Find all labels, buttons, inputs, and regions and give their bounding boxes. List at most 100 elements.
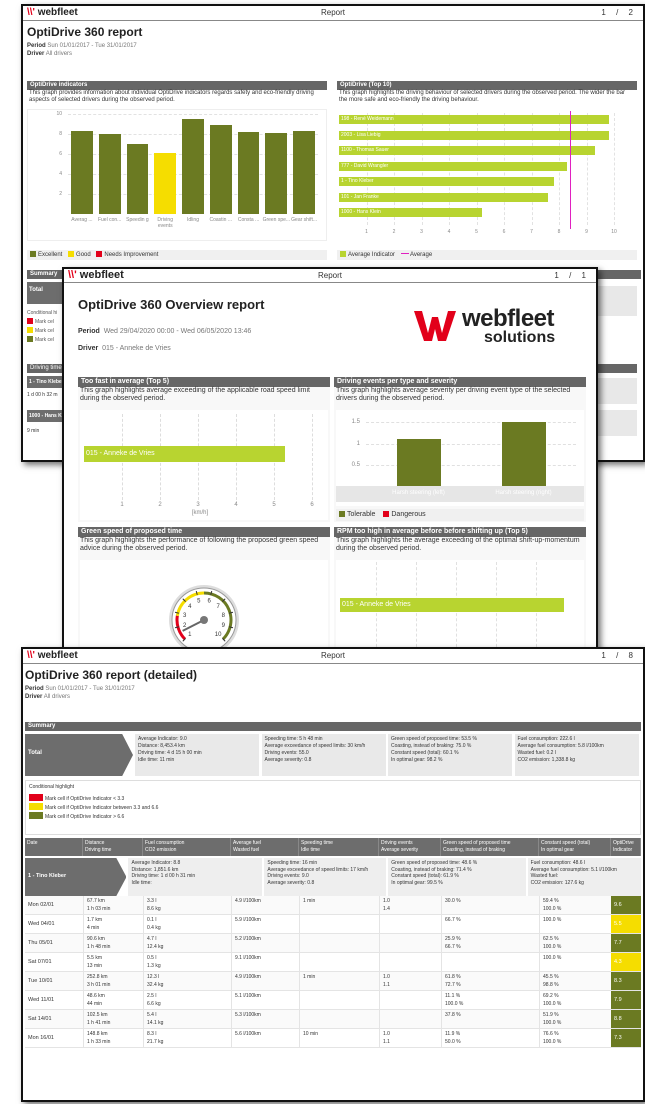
chart-bar	[396, 439, 441, 486]
cell-line-1: 4.9 l/100km	[235, 974, 261, 980]
cell-line-2: 32.4 kg	[147, 982, 164, 988]
table-cell	[299, 915, 379, 933]
table-cell: 11.1 % 100.0 %	[441, 991, 539, 1009]
chart-bar	[209, 125, 232, 214]
header-line-1: OptiDrive	[613, 840, 634, 846]
cell-line-1: 10 min	[303, 1031, 319, 1037]
table-cell: 69.2 % 100.0 %	[539, 991, 611, 1009]
chart-bar: 2003 - Lisa Liebig	[339, 130, 609, 140]
table-cell	[299, 934, 379, 952]
cell-line-1: 76.6 %	[543, 1031, 559, 1037]
chart-bar	[293, 131, 315, 214]
date-cell: Mon 16/01	[28, 1035, 54, 1041]
cell-line-1: 2.5 l	[147, 993, 157, 999]
cell-line-1: 59.4 %	[543, 898, 559, 904]
table-cell: 25.9 % 66.7 %	[441, 934, 539, 952]
header-line-1: Green speed of proposed time	[443, 840, 511, 846]
header-line-2: Average severity	[381, 847, 419, 853]
legend-swatch-excellent	[30, 251, 36, 257]
header-line-1: Distance	[85, 840, 105, 846]
x-tick-label: Harsh steering (left)	[392, 490, 445, 496]
x-axis-label: [km/h]	[191, 510, 209, 516]
cell-line-2: 100.0 %	[543, 917, 562, 923]
table-cell: 148.8 km 1 h 33 min	[83, 1029, 143, 1047]
cell-line-1: 1.0	[383, 1031, 390, 1037]
x-tick-label: 7	[530, 229, 533, 235]
gauge-tick-label: 10	[215, 632, 222, 638]
overview-report-page: \\' webfleet Report 1 / 1 OptiDrive 360 …	[62, 267, 598, 654]
cell-line-1: 8.3 l	[147, 1031, 157, 1037]
table-cell: 100.0 %	[539, 953, 611, 971]
chart-bar: 198 - René Weidemann	[339, 115, 609, 124]
driver-row-value: 9 min	[27, 428, 40, 434]
header-line-1: Speeding time	[301, 840, 333, 846]
table-cell: 4.7 l 12.4 kg	[143, 934, 231, 952]
top10-chart: 1 2 3 4 5 6 7 8 9 10 198 - René Weidemann 2003 - Li…	[337, 109, 637, 241]
cell-line-1: 11.9 %	[445, 1031, 461, 1037]
table-cell: 252.8 km 3 h 01 min	[83, 972, 143, 990]
date-cell: Thu 05/01	[28, 940, 53, 946]
cell-line-2: 66.7 %	[445, 917, 461, 923]
x-tick-label: 8	[557, 229, 561, 235]
cell-line-2: 50.0 %	[445, 1039, 461, 1045]
cell-line-2: 0.4 kg	[147, 925, 161, 931]
legend-swatch-needs	[96, 251, 103, 257]
table-cell	[379, 991, 441, 1009]
table-cell: 3.3 l 8.6 kg	[143, 896, 231, 914]
x-tick-label: 6	[502, 229, 506, 235]
x-tick-label: Driving events	[157, 217, 173, 229]
detailed-report-page: \\' webfleet Report 1 / 8 OptiDrive 360 …	[21, 647, 645, 1102]
chart-bar	[126, 144, 149, 214]
header-line-2: Indicator	[613, 847, 633, 853]
cell-line-1: 5.3 l/100km	[235, 1012, 261, 1018]
indicator-cell: 9.6	[611, 896, 641, 914]
report-label: Report	[320, 8, 345, 17]
indicators-panel: OptiDrive indicators This graph provides…	[27, 81, 327, 266]
table-cell: 0.1 l 0.4 kg	[143, 915, 231, 933]
cell-line-1: 0.1 l	[147, 917, 157, 923]
rpm-panel: RPM too high in average before before sh…	[334, 527, 586, 652]
gridline	[614, 113, 615, 225]
table-row: Sat 14/01 102.5 km 1 h 41 min 5.4 l 14.1 kg 5…	[25, 1010, 641, 1029]
table-cell: 62.5 % 100.0 %	[539, 934, 611, 952]
cell-line-1: 51.9 %	[543, 1012, 559, 1018]
indicators-chart: 2 4 6 8 10 Averag ... Fuel con... Speedin g Driv…	[27, 109, 327, 241]
cell-line-2: 1.1	[383, 1039, 390, 1045]
cond-swatch-green	[29, 812, 43, 819]
table-cell: 2.5 l 6.6 kg	[143, 991, 231, 1009]
chart-bar: 777 - David Wrangler	[339, 161, 568, 171]
page-title: OptiDrive 360 report (detailed)	[25, 668, 198, 682]
y-tick-label: 1.5	[351, 419, 360, 426]
indicator-cell: 8.3	[611, 972, 641, 990]
header-line-1: Date	[27, 840, 38, 846]
chart-bar	[154, 153, 177, 214]
top10-panel: OptiDrive (Top 10) This graph highlights…	[337, 81, 637, 266]
cell-line-2: 1 h 48 min	[87, 944, 111, 950]
cell-line-1: 1.0	[383, 974, 390, 980]
cell-line-2: 4 min	[87, 925, 100, 931]
table-cell: 8.3 l 21.7 kg	[143, 1029, 231, 1047]
table-cell: 102.5 km 1 h 41 min	[83, 1010, 143, 1028]
summary-value: Constant speed (total): 60.1 %	[391, 750, 459, 756]
summary-value: Wasted fuel: 0.2 l	[517, 750, 556, 756]
cell-line-2: 100.0 %	[543, 955, 562, 961]
cell-line-1: 1 min	[303, 898, 316, 904]
driver-line: Driver All drivers	[25, 694, 71, 700]
x-tick-label: Gear shift...	[291, 217, 318, 223]
cond-swatch-red	[29, 794, 43, 801]
cell-line-1: 12.3 l	[147, 974, 160, 980]
chart-bar	[237, 132, 260, 214]
x-tick-label: 6	[310, 502, 314, 508]
cell-line-2: 100.0 %	[445, 1001, 464, 1007]
table-cell	[299, 953, 379, 971]
cell-line-2: 1.1	[383, 982, 390, 988]
table-cell: 10 min	[299, 1029, 379, 1047]
cell-line-2: 100.0 %	[543, 906, 562, 912]
table-row: Wed 04/01 1.7 km 4 min 0.1 l 0.4 kg 5.9 l/100…	[25, 915, 641, 934]
cell-line-2: 6.6 kg	[147, 1001, 161, 1007]
summary-column: Fuel consumption: 222.6 l Average fuel co…	[514, 734, 639, 776]
summary-value: In optimal gear: 98.2 %	[391, 757, 443, 763]
report-header-bar: \\' webfleet Report 1 / 2	[23, 6, 643, 21]
x-tick-label: Harsh steering (right)	[495, 490, 552, 496]
chart-bar	[501, 422, 546, 486]
